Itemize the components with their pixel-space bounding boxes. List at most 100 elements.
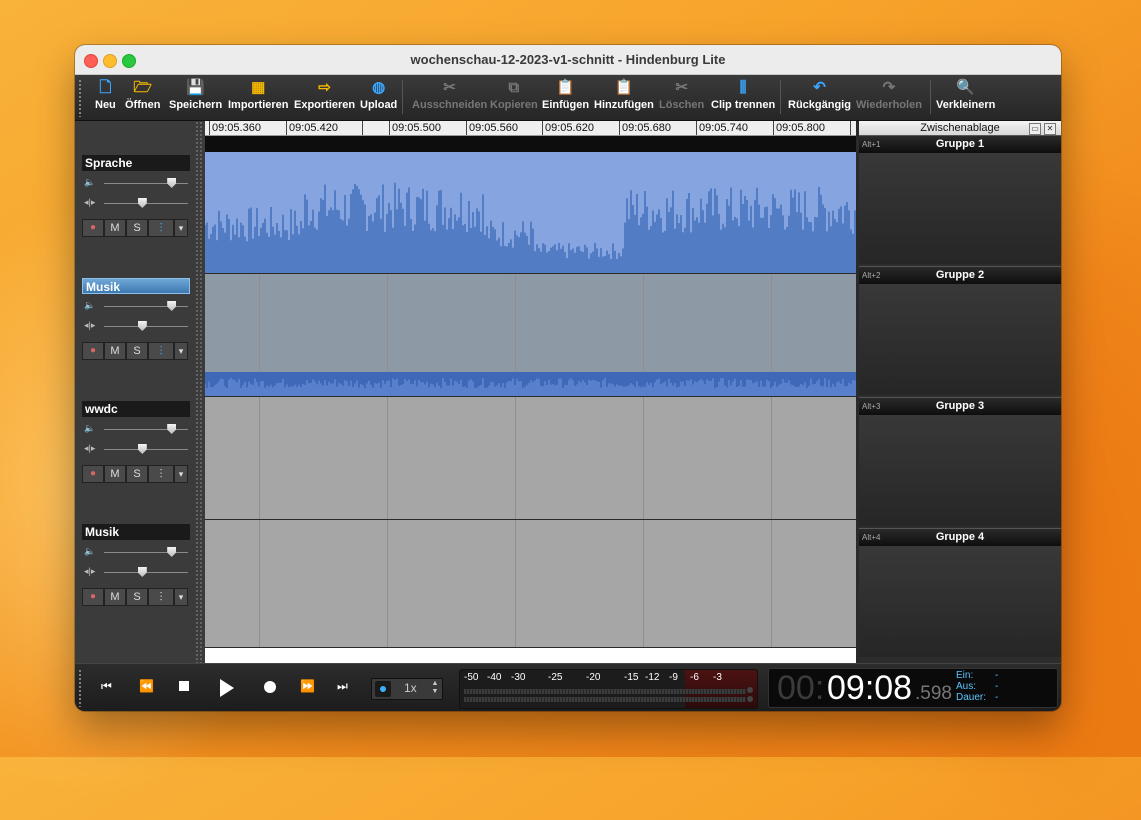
solo-button[interactable]: S [126,588,148,606]
volume-slider-knob[interactable] [167,178,177,188]
mixer-button[interactable]: ⫶ [148,219,174,237]
playback-speed-value: 1x [404,681,417,695]
track-header: Musik 🔈 ◂|▸ ● M S ⫶ ▾ [80,524,192,644]
importieren-button[interactable]: ▦ Importieren [228,78,289,118]
löschen-button[interactable]: ✂ Löschen [659,78,704,118]
track-lane-musik[interactable] [205,274,856,396]
track-name[interactable]: Sprache [82,155,190,171]
go-to-end-button[interactable]: ⏭ [337,679,348,694]
loop-toggle-icon[interactable] [375,681,391,697]
record-button[interactable] [264,681,276,693]
timeline-marker-bar[interactable] [205,136,856,152]
track-lane-sprache[interactable] [205,152,856,273]
einfügen-button[interactable]: 📋 Einfügen [542,78,589,118]
clipboard-group-header: Alt+1 Gruppe 1 [859,136,1061,153]
save-icon: 💾 [186,79,205,96]
track-name[interactable]: Musik [82,278,190,294]
toolbar-label: Clip trennen [711,99,776,111]
track-name[interactable]: wwdc [82,401,190,417]
exportieren-button[interactable]: ⇨ Exportieren [294,78,355,118]
waveform-musik[interactable] [205,372,856,396]
ruler-tick [362,121,365,135]
fast-forward-button[interactable]: ⏩ [300,679,315,693]
clip-trennen-button[interactable]: ⫼ Clip trennen [711,78,775,118]
mute-button[interactable]: M [104,465,126,483]
verkleinern-button[interactable]: 🔍 Verkleinern [936,78,995,118]
pan-slider[interactable]: ◂|▸ [80,443,192,455]
pan-slider-knob[interactable] [137,321,147,331]
upload-button[interactable]: ◍ Upload [360,78,397,118]
track-menu-button[interactable]: ▾ [174,588,188,606]
stop-button[interactable] [179,681,189,691]
track-lane-wwdc[interactable] [205,397,856,519]
toolbar-separator [780,80,781,114]
mute-button[interactable]: M [104,588,126,606]
meter-clip-right-indicator[interactable] [747,696,753,702]
record-arm-button[interactable]: ● [82,219,104,237]
pan-slider[interactable]: ◂|▸ [80,566,192,578]
horizontal-scrollbar[interactable] [205,648,911,663]
new-file-icon: 🗋 [99,79,112,96]
waveform-sprache[interactable] [205,152,856,273]
ausschneiden-button[interactable]: ✂ Ausschneiden [412,78,487,118]
speed-stepper[interactable]: ▲ ▼ [430,680,440,696]
close-icon[interactable]: ✕ [1044,123,1056,135]
record-arm-button[interactable]: ● [82,342,104,360]
volume-slider-knob[interactable] [167,424,177,434]
pan-icon: ◂|▸ [84,197,96,207]
mixer-button[interactable]: ⫶ [148,465,174,483]
group-name: Gruppe 2 [935,269,985,281]
wiederholen-button[interactable]: ↷ Wiederholen [856,78,922,118]
volume-slider-knob[interactable] [167,547,177,557]
pan-slider-knob[interactable] [137,444,147,454]
clipboard-group[interactable]: Alt+3 Gruppe 3 [859,397,1061,526]
rewind-button[interactable]: ⏪ [139,679,154,693]
time-display: 00: 09:08 .598 Ein: - Aus: - Dauer: - [768,668,1058,708]
playback-speed-control[interactable]: 1x ▲ ▼ [371,678,443,700]
pan-slider[interactable]: ◂|▸ [80,197,192,209]
hinzufügen-button[interactable]: 📋 Hinzufügen [594,78,654,118]
volume-slider[interactable]: 🔈 [80,546,192,558]
play-button[interactable] [220,679,234,697]
pan-slider[interactable]: ◂|▸ [80,320,192,332]
record-arm-button[interactable]: ● [82,588,104,606]
track-name[interactable]: Musik [82,524,190,540]
mute-button[interactable]: M [104,342,126,360]
meter-scale-label: -20 [586,672,601,683]
volume-slider[interactable]: 🔈 [80,177,192,189]
timeline-ruler[interactable]: 09:05.360 09:05.420 09:05.500 09:05.560 09:0… [205,121,856,136]
transport-grip[interactable] [78,669,82,707]
meter-bar-right [464,697,746,702]
mixer-button[interactable]: ⫶ [148,342,174,360]
clipboard-group[interactable]: Alt+2 Gruppe 2 [859,266,1061,395]
pan-slider-knob[interactable] [137,198,147,208]
pan-slider-knob[interactable] [137,567,147,577]
track-menu-button[interactable]: ▾ [174,342,188,360]
clipboard-group[interactable]: Alt+4 Gruppe 4 [859,528,1061,657]
go-to-start-button[interactable]: ⏮ [101,679,112,694]
volume-slider[interactable]: 🔈 [80,300,192,312]
mixer-button[interactable]: ⫶ [148,588,174,606]
solo-button[interactable]: S [126,465,148,483]
toolbar-grip[interactable] [78,79,82,117]
solo-button[interactable]: S [126,342,148,360]
neu-button[interactable]: 🗋 Neu [95,78,116,118]
track-header-resize-strip[interactable] [195,121,203,663]
pin-icon[interactable]: ▭ [1029,123,1041,135]
volume-slider-knob[interactable] [167,301,177,311]
track-menu-button[interactable]: ▾ [174,219,188,237]
clipboard-group[interactable]: Alt+1 Gruppe 1 [859,135,1061,264]
speichern-button[interactable]: 💾 Speichern [169,78,222,118]
kopieren-button[interactable]: ⧉ Kopieren [490,78,538,118]
öffnen-button[interactable]: 🗁 Öffnen [125,78,160,118]
volume-slider[interactable]: 🔈 [80,423,192,435]
record-arm-button[interactable]: ● [82,465,104,483]
meter-clip-left-indicator[interactable] [747,687,753,693]
title-bar[interactable]: wochenschau-12-2023-v1-schnitt - Hindenb… [75,45,1061,75]
track-lane-musik-2[interactable] [205,520,856,647]
mute-button[interactable]: M [104,219,126,237]
rückgängig-button[interactable]: ↶ Rückgängig [788,78,851,118]
solo-button[interactable]: S [126,219,148,237]
window-title: wochenschau-12-2023-v1-schnitt - Hindenb… [410,52,726,67]
track-menu-button[interactable]: ▾ [174,465,188,483]
